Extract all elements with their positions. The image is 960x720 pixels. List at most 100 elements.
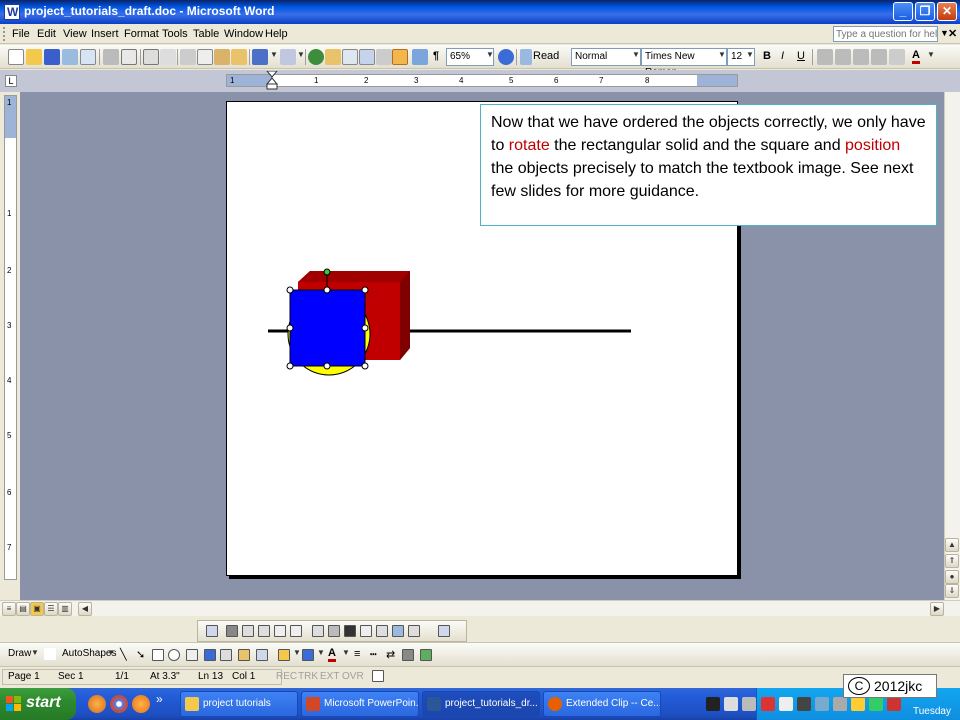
task-project-tutorials[interactable]: project tutorials <box>180 691 298 717</box>
selection-handle[interactable] <box>361 324 369 332</box>
language-bar-icon[interactable] <box>724 697 738 711</box>
menu-view[interactable]: View <box>63 28 87 40</box>
blue-square[interactable] <box>289 289 366 367</box>
less-contrast-icon[interactable] <box>258 625 270 637</box>
print-layout-icon[interactable]: ▣ <box>30 602 44 616</box>
task-firefox[interactable]: Extended Clip -- Ce... <box>543 691 661 717</box>
selection-handle[interactable] <box>286 286 294 294</box>
redo-icon[interactable] <box>280 49 296 65</box>
rotation-handle[interactable] <box>323 268 331 276</box>
tray-help-icon[interactable] <box>742 697 756 711</box>
oval-tool-icon[interactable] <box>168 649 180 661</box>
italic-button[interactable]: I <box>781 50 784 62</box>
save-icon[interactable] <box>44 49 60 65</box>
crop-icon[interactable] <box>312 625 324 637</box>
line-spacing-icon[interactable] <box>889 49 905 65</box>
style-dropdown-icon[interactable]: ▼ <box>632 50 640 59</box>
horizontal-scrollbar[interactable]: ≡ ▤ ▣ ☰ ▥ ◀ ▶ <box>0 600 960 616</box>
menu-tools[interactable]: Tools <box>162 28 188 40</box>
document-close-icon[interactable]: ✕ <box>948 27 957 40</box>
insert-picture-icon[interactable] <box>206 625 218 637</box>
print-icon[interactable] <box>103 49 119 65</box>
drawing-canvas[interactable] <box>260 262 640 382</box>
open-folder-icon[interactable] <box>26 49 42 65</box>
justify-icon[interactable] <box>871 49 887 65</box>
task-powerpoint[interactable]: Microsoft PowerPoin... <box>301 691 419 717</box>
format-picture-icon[interactable] <box>392 625 404 637</box>
selection-handle[interactable] <box>323 286 331 294</box>
antivirus-icon[interactable] <box>761 697 775 711</box>
font-color-tool[interactable]: A <box>328 648 336 662</box>
chrome-quicklaunch-icon[interactable] <box>110 695 128 713</box>
selection-handle[interactable] <box>361 286 369 294</box>
network-icon[interactable] <box>779 697 793 711</box>
research-icon[interactable] <box>160 49 176 65</box>
reading-layout-icon[interactable]: ▥ <box>58 602 72 616</box>
insert-table-icon[interactable] <box>342 49 358 65</box>
menu-format[interactable]: Format <box>124 28 159 40</box>
status-rec[interactable]: REC <box>276 671 297 682</box>
browse-object-icon[interactable]: ● <box>945 570 959 584</box>
word-app-icon[interactable] <box>4 4 20 20</box>
help-search-input[interactable] <box>833 26 938 42</box>
3d-style-icon[interactable] <box>420 649 432 661</box>
compress-icon[interactable] <box>360 625 372 637</box>
clip-art-icon[interactable] <box>238 649 250 661</box>
align-left-icon[interactable] <box>817 49 833 65</box>
vertical-scrollbar[interactable]: ▲ ⇑ ● ⇓ <box>944 92 960 600</box>
tables-borders-icon[interactable] <box>325 49 341 65</box>
cut-icon[interactable] <box>180 49 196 65</box>
arrow-style-icon[interactable]: ⇄ <box>386 648 395 661</box>
printer-icon[interactable] <box>797 697 811 711</box>
align-right-icon[interactable] <box>853 49 869 65</box>
align-center-icon[interactable] <box>835 49 851 65</box>
restore-button[interactable]: ❐ <box>915 2 935 21</box>
menu-table[interactable]: Table <box>193 28 219 40</box>
less-brightness-icon[interactable] <box>290 625 302 637</box>
spelling-status-icon[interactable] <box>372 670 384 682</box>
draw-dropdown-icon[interactable]: ▼ <box>31 648 39 657</box>
selection-handle[interactable] <box>286 324 294 332</box>
redo-dropdown-icon[interactable]: ▼ <box>297 50 305 59</box>
hyperlink-icon[interactable] <box>308 49 324 65</box>
diagram-icon[interactable] <box>220 649 232 661</box>
picture-icon[interactable] <box>256 649 268 661</box>
vertical-ruler[interactable]: 1 1 2 3 4 5 6 7 <box>4 95 17 580</box>
draw-menu-button[interactable]: Draw <box>8 648 31 659</box>
line-color-dropdown-icon[interactable]: ▼ <box>317 648 325 657</box>
undo-icon[interactable] <box>252 49 268 65</box>
reset-picture-icon[interactable] <box>438 625 450 637</box>
font-size-dropdown-icon[interactable]: ▼ <box>746 50 754 59</box>
bold-button[interactable]: B <box>763 50 771 62</box>
insert-excel-icon[interactable] <box>359 49 375 65</box>
line-color-icon[interactable] <box>302 649 314 661</box>
display-icon[interactable] <box>815 697 829 711</box>
menu-insert[interactable]: Insert <box>91 28 119 40</box>
indent-marker-icon[interactable] <box>266 71 278 91</box>
text-wrapping-icon[interactable] <box>376 625 388 637</box>
autoshapes-dropdown-icon[interactable]: ▼ <box>107 648 115 657</box>
undo-dropdown-icon[interactable]: ▼ <box>270 50 278 59</box>
fill-color-icon[interactable] <box>278 649 290 661</box>
style-select[interactable]: Normal <box>571 48 641 66</box>
microphone-icon[interactable] <box>706 697 720 711</box>
selection-handle[interactable] <box>286 362 294 370</box>
columns-icon[interactable] <box>376 49 392 65</box>
alert-icon[interactable] <box>887 697 901 711</box>
paste-icon[interactable] <box>214 49 230 65</box>
close-button[interactable]: ✕ <box>937 2 957 21</box>
select-objects-icon[interactable] <box>44 648 56 660</box>
scroll-left-icon[interactable]: ◀ <box>78 602 92 616</box>
menu-edit[interactable]: Edit <box>37 28 56 40</box>
horizontal-ruler[interactable]: 1 1 2 3 4 5 6 7 8 <box>226 74 738 87</box>
print-preview-icon[interactable] <box>121 49 137 65</box>
status-ovr[interactable]: OVR <box>342 671 364 682</box>
color-icon[interactable] <box>226 625 238 637</box>
text-box-icon[interactable] <box>186 649 198 661</box>
line-tool-icon[interactable]: ╲ <box>120 648 127 661</box>
firefox-quicklaunch-icon[interactable] <box>88 695 106 713</box>
font-dropdown-icon[interactable]: ▼ <box>718 50 726 59</box>
selection-handle[interactable] <box>361 362 369 370</box>
drawing-icon[interactable] <box>392 49 408 65</box>
format-painter-icon[interactable] <box>231 49 247 65</box>
